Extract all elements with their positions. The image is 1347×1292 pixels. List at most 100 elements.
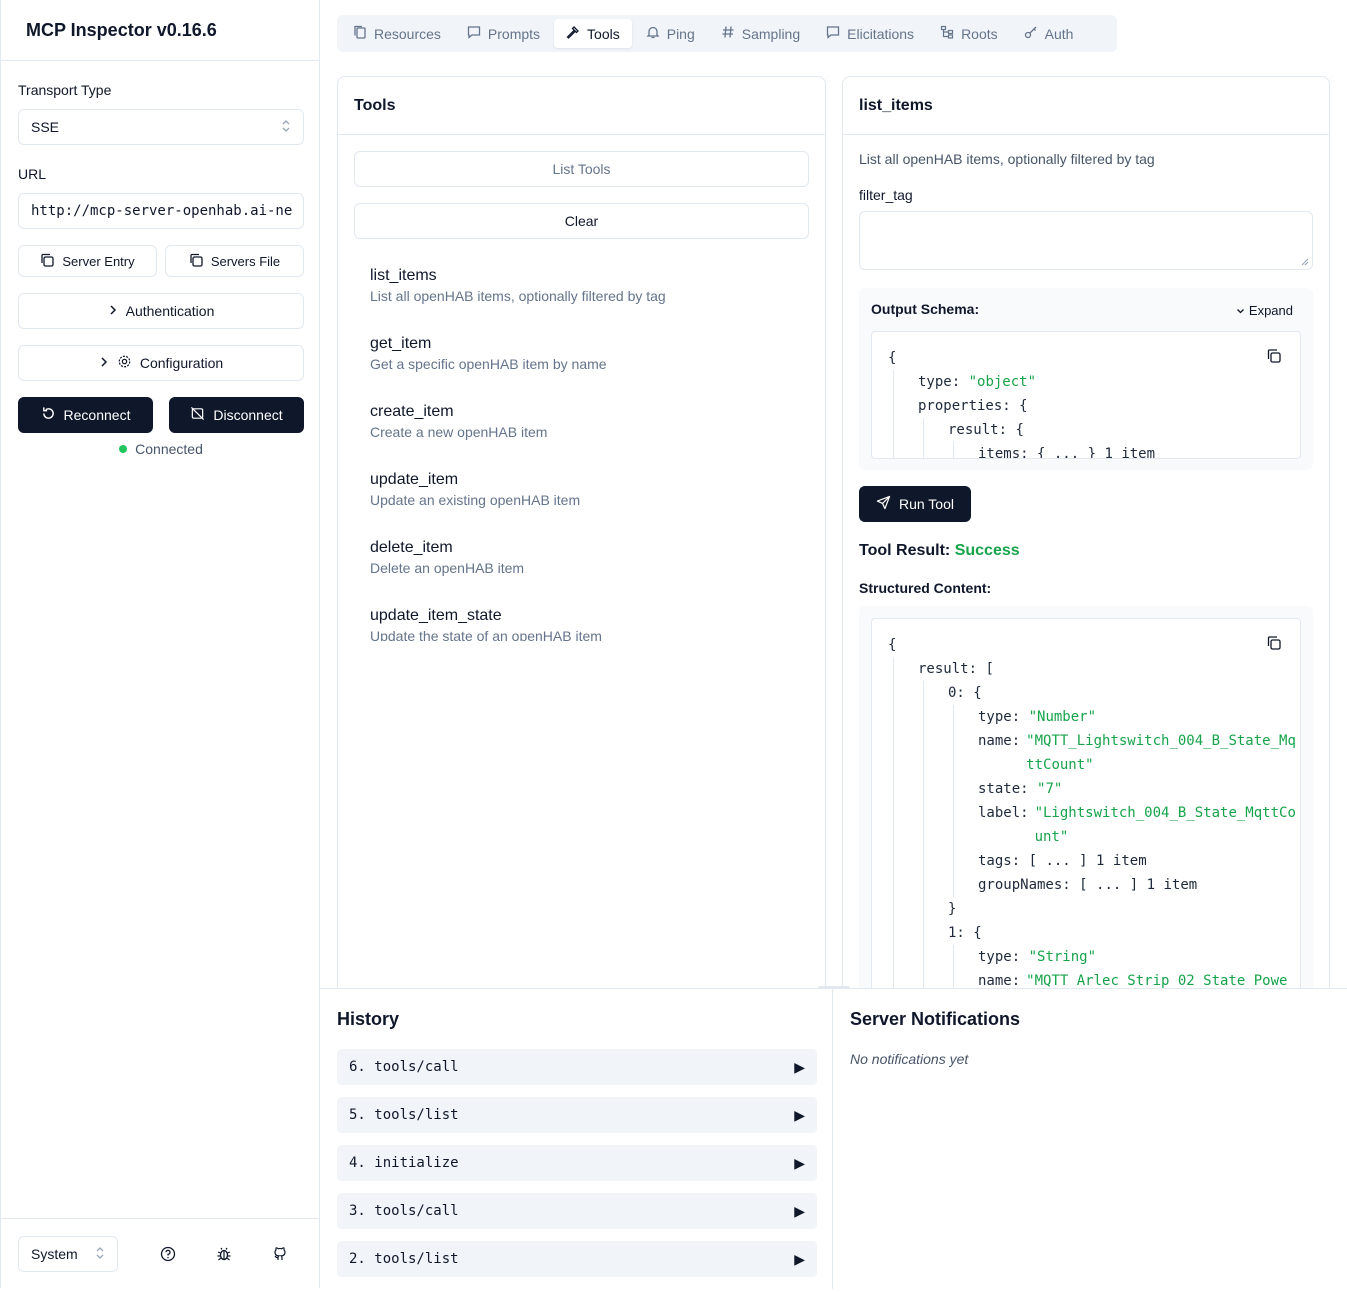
- tool-name: update_item_state: [370, 607, 502, 624]
- tool-description: Create a new openHAB item: [370, 424, 548, 440]
- tab-label: Auth: [1044, 25, 1074, 42]
- tool-description: Delete an openHAB item: [370, 560, 525, 576]
- json-string-line: "Lightswitch_004_B_State_MqttCo: [1034, 805, 1296, 821]
- tab-tools[interactable]: Tools: [554, 19, 632, 48]
- tool-item-update-item-state[interactable]: update_item_state Update the state of an…: [370, 607, 602, 641]
- json-brace: {: [1015, 422, 1024, 438]
- url-value: http://mcp-server-openhab.ai-ne: [31, 203, 293, 219]
- transport-type-value: SSE: [31, 119, 60, 135]
- history-item[interactable]: 5. tools/list ▶: [337, 1097, 817, 1133]
- github-icon[interactable]: [270, 1244, 290, 1264]
- resize-handle-icon[interactable]: [1301, 258, 1309, 266]
- message-icon: [467, 25, 481, 42]
- tab-label: Resources: [374, 25, 441, 42]
- refresh-icon: [41, 406, 56, 424]
- authentication-toggle[interactable]: Authentication: [18, 293, 304, 329]
- gear-icon: [117, 354, 132, 372]
- main-tabs: Resources Prompts Tools Ping Sampling El…: [337, 15, 1117, 52]
- tab-sampling[interactable]: Sampling: [709, 19, 812, 48]
- tool-item-get-item[interactable]: get_item Get a specific openHAB item by …: [370, 335, 607, 372]
- json-string-line: "MQTT_Arlec_Strip_02_State_Powe: [1026, 973, 1288, 989]
- history-item-label: 6. tools/call: [349, 1059, 459, 1075]
- reconnect-button[interactable]: Reconnect: [18, 397, 153, 433]
- servers-file-button[interactable]: Servers File: [165, 245, 304, 277]
- theme-select[interactable]: System: [18, 1236, 118, 1272]
- json-brace: {: [888, 350, 897, 366]
- url-input[interactable]: http://mcp-server-openhab.ai-ne: [18, 193, 304, 229]
- list-tools-button[interactable]: List Tools: [354, 151, 809, 187]
- structured-content-json: { result: [ 0: { type: "Number" name: "MQ…: [871, 618, 1301, 995]
- tool-detail-panel: list_items List all openHAB items, optio…: [842, 76, 1330, 996]
- clear-button[interactable]: Clear: [354, 203, 809, 239]
- tool-result-status: Success: [954, 542, 1020, 559]
- tab-roots[interactable]: Roots: [928, 19, 1010, 48]
- sidebar-header: MCP Inspector v0.16.6: [1, 0, 319, 61]
- json-collapsed[interactable]: [ ... ]: [1029, 853, 1088, 869]
- tab-label: Ping: [666, 25, 695, 42]
- tab-auth[interactable]: Auth: [1012, 19, 1086, 48]
- output-schema-json: { type: "object" properties: { result: {…: [871, 331, 1301, 459]
- run-tool-button[interactable]: Run Tool: [859, 486, 971, 522]
- tool-item-delete-item[interactable]: delete_item Delete an openHAB item: [370, 539, 524, 576]
- tools-panel-title: Tools: [338, 77, 825, 135]
- disconnect-button[interactable]: Disconnect: [169, 397, 304, 433]
- tool-detail-description: List all openHAB items, optionally filte…: [859, 151, 1155, 167]
- tree-icon: [940, 25, 954, 42]
- copy-icon: [40, 253, 55, 270]
- tab-resources[interactable]: Resources: [341, 19, 453, 48]
- expand-arrow-icon: ▶: [794, 1202, 805, 1219]
- history-item[interactable]: 3. tools/call ▶: [337, 1193, 817, 1229]
- tool-description: Update the state of an openHAB item: [370, 628, 602, 641]
- json-key: 0:: [948, 685, 965, 701]
- json-string-line: unt": [1034, 829, 1069, 845]
- help-icon[interactable]: [158, 1244, 178, 1264]
- history-item-label: 5. tools/list: [349, 1107, 459, 1123]
- tab-elicitations[interactable]: Elicitations: [814, 19, 926, 48]
- tab-label: Tools: [587, 25, 620, 42]
- reconnect-label: Reconnect: [63, 407, 131, 423]
- tool-item-create-item[interactable]: create_item Create a new openHAB item: [370, 403, 547, 440]
- configuration-toggle[interactable]: Configuration: [18, 345, 304, 381]
- json-string-line: "MQTT_Lightswitch_004_B_State_Mq: [1026, 733, 1296, 749]
- tab-ping[interactable]: Ping: [634, 19, 707, 48]
- json-key: name:: [978, 733, 1021, 749]
- json-key: tags:: [978, 853, 1021, 869]
- json-key: result:: [918, 661, 978, 677]
- json-key: 1:: [948, 925, 965, 941]
- json-key: properties:: [918, 398, 1011, 414]
- history-item[interactable]: 2. tools/list ▶: [337, 1241, 817, 1277]
- server-entry-button[interactable]: Server Entry: [18, 245, 157, 277]
- json-brace: }: [948, 901, 957, 917]
- filter-tag-input[interactable]: [859, 211, 1313, 270]
- json-brace: {: [1019, 398, 1028, 414]
- history-item[interactable]: 6. tools/call ▶: [337, 1049, 817, 1085]
- authentication-label: Authentication: [125, 303, 215, 319]
- copy-icon[interactable]: [1266, 348, 1282, 372]
- expand-arrow-icon: ▶: [794, 1154, 805, 1171]
- history-item[interactable]: 4. initialize ▶: [337, 1145, 817, 1181]
- servers-file-label: Servers File: [210, 253, 281, 269]
- json-key: type:: [978, 709, 1021, 725]
- notifications-empty: No notifications yet: [850, 1051, 969, 1067]
- disconnect-label: Disconnect: [213, 407, 283, 423]
- theme-value: System: [31, 1246, 78, 1262]
- json-collapsed[interactable]: [ ... ]: [1079, 877, 1138, 893]
- history-item-label: 3. tools/call: [349, 1203, 459, 1219]
- chevron-right-icon: [99, 355, 109, 371]
- json-collapsed[interactable]: { ... }: [1037, 446, 1096, 458]
- bug-icon[interactable]: [214, 1244, 234, 1264]
- copy-icon[interactable]: [1266, 635, 1282, 659]
- tool-item-list-items[interactable]: list_items List all openHAB items, optio…: [370, 267, 666, 304]
- json-string: "7": [1037, 781, 1063, 797]
- tool-description: Update an existing openHAB item: [370, 492, 581, 508]
- tab-prompts[interactable]: Prompts: [455, 19, 552, 48]
- expand-button[interactable]: Expand: [1236, 303, 1293, 318]
- sidebar-footer: System: [1, 1218, 320, 1288]
- tool-description: List all openHAB items, optionally filte…: [370, 288, 666, 304]
- history-item-label: 4. initialize: [349, 1155, 459, 1171]
- json-key: state:: [978, 781, 1029, 797]
- transport-type-select[interactable]: SSE: [18, 109, 304, 145]
- json-count: 1 item: [1104, 446, 1156, 459]
- tool-item-update-item[interactable]: update_item Update an existing openHAB i…: [370, 471, 580, 508]
- expand-arrow-icon: ▶: [794, 1058, 805, 1075]
